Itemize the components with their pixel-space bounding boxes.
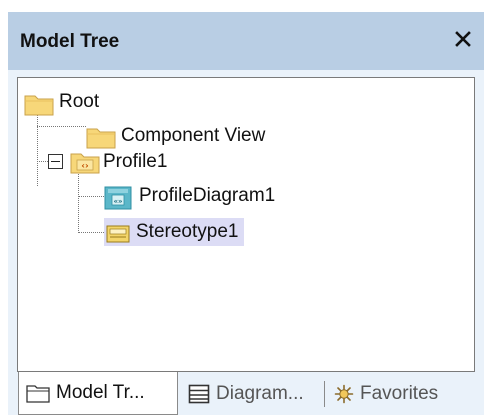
- diagram-list-icon: [188, 384, 210, 404]
- tab-favorites[interactable]: Favorites: [334, 372, 438, 415]
- model-tree-panel: Model Tree Root Component View ‹› Profil…: [8, 12, 484, 415]
- tree-node-label: Root: [59, 91, 100, 112]
- tree-connector: [78, 232, 104, 233]
- tree-node-label: ProfileDiagram1: [139, 185, 276, 206]
- collapse-toggle[interactable]: [48, 154, 63, 169]
- tree-node-root[interactable]: Root: [24, 86, 102, 118]
- profile-package-icon: ‹›: [70, 150, 100, 179]
- close-icon[interactable]: [452, 28, 474, 50]
- tab-diagram-tree[interactable]: Diagram...: [188, 372, 304, 415]
- folder-icon: [24, 92, 54, 121]
- favorites-star-icon: [334, 384, 354, 404]
- tab-model-tree[interactable]: Model Tr...: [18, 372, 178, 415]
- tab-label: Diagram...: [216, 382, 304, 404]
- tree-connector: [78, 196, 104, 197]
- tree-connector: [78, 170, 79, 233]
- tree-node-profile-diagram1[interactable]: «» ProfileDiagram1: [104, 180, 278, 212]
- tree-node-profile1[interactable]: ‹› Profile1: [70, 146, 170, 178]
- folder-icon: [26, 383, 50, 403]
- stereotype-icon: [106, 225, 130, 248]
- title-bar: Model Tree: [8, 12, 484, 70]
- tree-view[interactable]: Root Component View ‹› Profile1 «» Profi…: [17, 77, 475, 372]
- tree-node-stereotype1[interactable]: Stereotype1: [104, 216, 245, 248]
- profile-diagram-icon: «»: [104, 186, 132, 215]
- tab-label: Model Tr...: [56, 382, 145, 403]
- panel-title: Model Tree: [20, 31, 120, 52]
- tab-divider: [324, 381, 325, 407]
- tree-node-label: Profile1: [103, 151, 168, 172]
- svg-text:«»: «»: [113, 198, 122, 206]
- panel-tab-strip: Model Tr... Diagram... Favorites: [8, 372, 484, 415]
- svg-text:‹›: ‹›: [81, 162, 89, 172]
- tab-label: Favorites: [360, 382, 439, 404]
- tree-connector: [37, 126, 86, 127]
